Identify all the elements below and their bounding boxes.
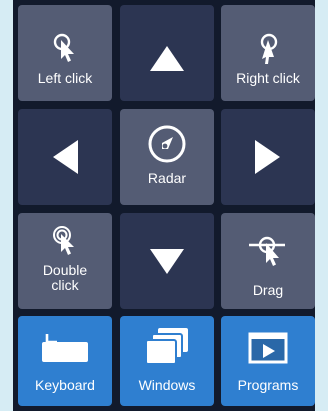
- arrow-down-icon: [150, 249, 184, 274]
- right-click-button[interactable]: Right click: [221, 5, 315, 101]
- radar-button[interactable]: Radar: [120, 109, 214, 205]
- windows-label: Windows: [138, 377, 196, 393]
- stacked-windows-icon: [145, 328, 188, 365]
- arrow-up-button[interactable]: [120, 5, 214, 101]
- left-click-button[interactable]: Left click: [18, 5, 112, 101]
- radar-label: Radar: [147, 170, 187, 186]
- keyboard-label: Keyboard: [35, 377, 95, 393]
- programs-label: Programs: [237, 377, 299, 393]
- play-window-icon: [248, 332, 288, 364]
- double-click-button[interactable]: Double click: [18, 213, 112, 309]
- drag-button[interactable]: Drag: [221, 213, 315, 309]
- arrow-down-button[interactable]: [120, 213, 214, 309]
- compass-icon: [148, 125, 186, 163]
- arrow-right-icon: [255, 140, 280, 174]
- remote-control-panel: Left click Right click Radar Double clic…: [13, 0, 315, 411]
- programs-button[interactable]: Programs: [221, 316, 315, 406]
- windows-button[interactable]: Windows: [120, 316, 214, 406]
- double-click-label: Double click: [42, 262, 88, 293]
- arrow-right-button[interactable]: [221, 109, 315, 205]
- keyboard-button[interactable]: Keyboard: [18, 316, 112, 406]
- drag-label: Drag: [252, 282, 284, 298]
- left-click-label: Left click: [37, 70, 93, 86]
- pointer-tap-icon: [260, 33, 278, 64]
- arrow-left-button[interactable]: [18, 109, 112, 205]
- keyboard-icon: [42, 334, 88, 362]
- arrow-left-icon: [53, 140, 78, 174]
- pointer-drag-icon: [249, 236, 285, 266]
- pointer-tap-icon: [53, 33, 74, 62]
- pointer-double-tap-icon: [53, 226, 74, 255]
- arrow-up-icon: [150, 46, 184, 71]
- right-click-label: Right click: [236, 70, 300, 86]
